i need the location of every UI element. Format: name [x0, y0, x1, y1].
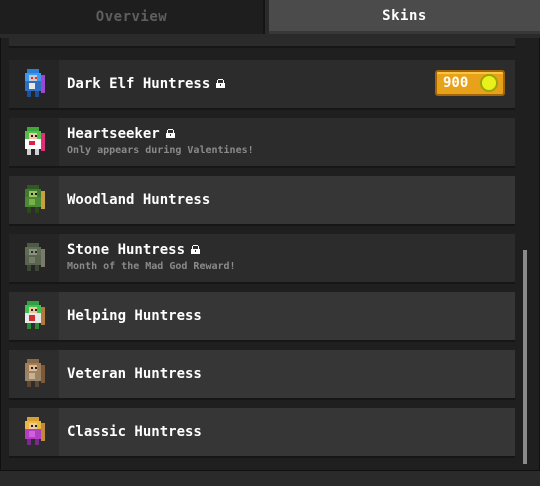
skin-name: Heartseeker — [67, 126, 175, 142]
skins-panel: Dark Elf Huntress 900 Heartseeker Only a… — [0, 38, 540, 471]
tab-overview[interactable]: Overview — [0, 0, 265, 34]
helping-huntress-sprite-icon — [9, 292, 59, 340]
skin-row-classic-huntress[interactable]: Classic Huntress — [9, 408, 515, 458]
coin-icon — [480, 74, 498, 92]
tab-skins[interactable]: Skins — [269, 0, 540, 34]
skins-list: Dark Elf Huntress 900 Heartseeker Only a… — [9, 38, 519, 464]
price-label: 900 — [443, 75, 469, 91]
skin-row-helping-huntress[interactable]: Helping Huntress — [9, 292, 515, 342]
skin-row-veteran-huntress[interactable]: Veteran Huntress — [9, 350, 515, 400]
skin-name: Classic Huntress — [67, 424, 202, 440]
lock-icon — [191, 245, 201, 254]
tab-bar: Overview Skins — [0, 0, 540, 38]
skin-row-dark-elf-huntress[interactable]: Dark Elf Huntress 900 — [9, 60, 515, 110]
skin-subtitle: Only appears during Valentines! — [67, 145, 254, 156]
heartseeker-sprite-icon — [9, 118, 59, 166]
buy-button[interactable]: 900 — [435, 70, 505, 96]
classic-huntress-sprite-icon — [9, 408, 59, 456]
skin-name: Stone Huntress — [67, 242, 201, 258]
skin-name: Woodland Huntress — [67, 192, 211, 208]
stone-huntress-sprite-icon — [9, 234, 59, 282]
dark-elf-huntress-sprite-icon — [9, 60, 59, 108]
skin-row-stone-huntress[interactable]: Stone Huntress Month of the Mad God Rewa… — [9, 234, 515, 284]
scrollbar-thumb[interactable] — [523, 250, 527, 464]
lock-icon — [216, 79, 226, 88]
veteran-huntress-sprite-icon — [9, 350, 59, 398]
skin-subtitle: Month of the Mad God Reward! — [67, 261, 236, 272]
skin-name: Veteran Huntress — [67, 366, 202, 382]
woodland-huntress-sprite-icon — [9, 176, 59, 224]
skin-name: Helping Huntress — [67, 308, 202, 324]
skin-name: Dark Elf Huntress — [67, 76, 226, 92]
lock-icon — [165, 129, 175, 138]
skin-row-heartseeker[interactable]: Heartseeker Only appears during Valentin… — [9, 118, 515, 168]
skin-row-woodland-huntress[interactable]: Woodland Huntress — [9, 176, 515, 226]
